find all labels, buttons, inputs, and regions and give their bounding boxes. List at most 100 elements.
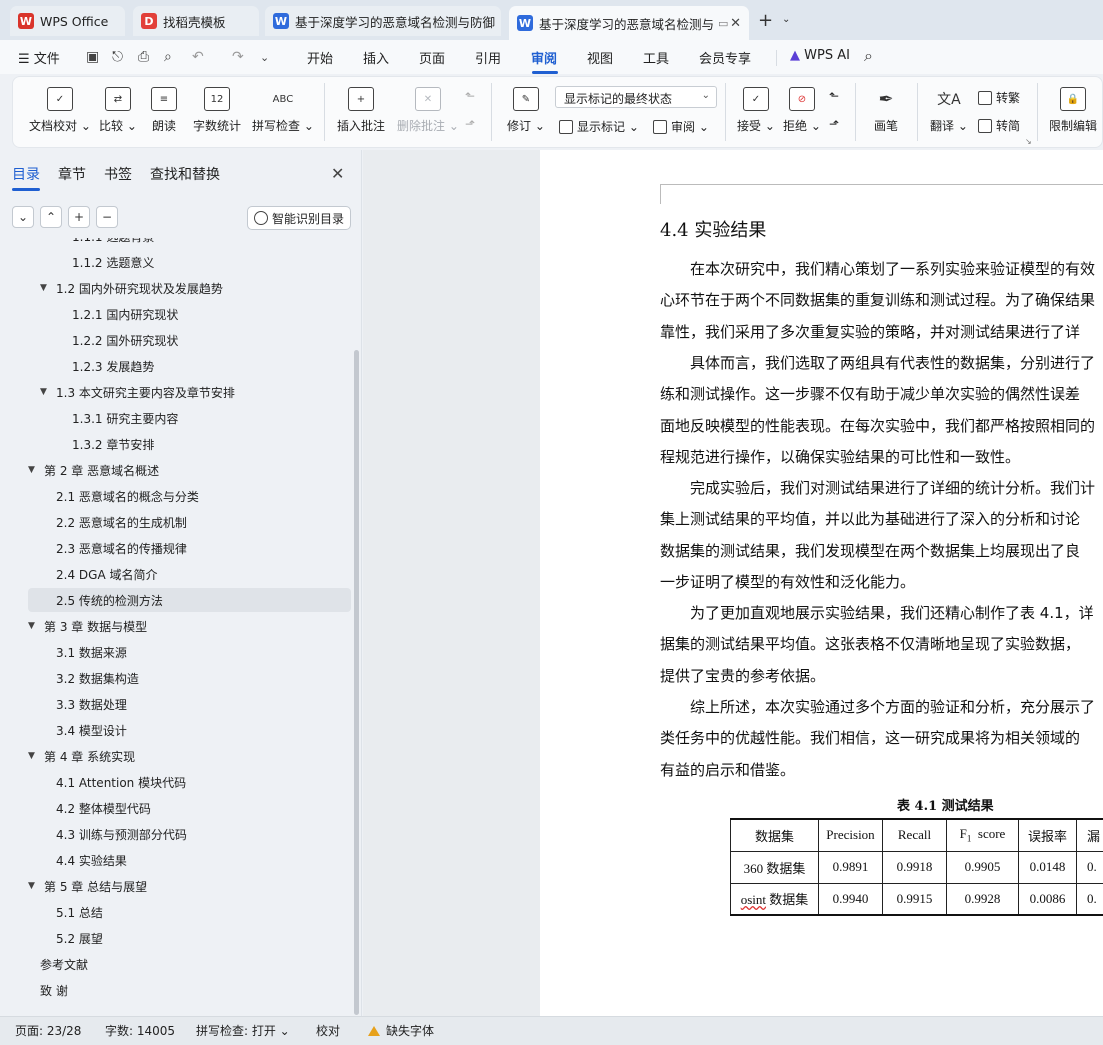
toc-item[interactable]: 3.4 模型设计 [28, 718, 351, 742]
markup-mode-select[interactable]: 显示标记的最终状态 ⌄ [555, 86, 717, 108]
print-icon[interactable]: ⎙ [138, 49, 149, 65]
toc-item[interactable]: 2.1 恶意域名的概念与分类 [28, 484, 351, 508]
toc-item[interactable]: 1.2.3 发展趋势 [28, 354, 351, 378]
page-indicator[interactable]: 页面: 23/28 [15, 1022, 81, 1039]
toc-item[interactable]: 3.2 数据集构造 [28, 666, 351, 690]
delete-comment-button[interactable]: ✕ 删除批注 ⌄ [397, 87, 459, 134]
nav-tab-toc[interactable]: 目录 [12, 164, 40, 184]
nav-scrollbar[interactable] [354, 350, 359, 1015]
review-pane-button[interactable]: 审阅 ⌄ [653, 118, 709, 135]
expand-triangle-icon[interactable]: ▼ [28, 751, 36, 761]
nav-tab-bookmarks[interactable]: 书签 [104, 164, 132, 184]
expand-triangle-icon[interactable]: ▼ [28, 621, 36, 631]
menu-start[interactable]: 开始 [307, 48, 333, 67]
toc-item[interactable]: ▼ 1.2 国内外研究现状及发展趋势 [28, 276, 351, 300]
toc-item[interactable]: 2.3 恶意域名的传播规律 [28, 536, 351, 560]
toc-item[interactable]: 1.3.1 研究主要内容 [28, 406, 351, 430]
toc-item[interactable]: 3.3 数据处理 [28, 692, 351, 716]
menu-page[interactable]: 页面 [419, 48, 445, 67]
toc-item[interactable]: 5.2 展望 [28, 926, 351, 950]
expand-triangle-icon[interactable]: ▼ [28, 465, 36, 475]
track-changes-button[interactable]: ✎ 修订 ⌄ [507, 87, 545, 134]
spell-check-status[interactable]: 拼写检查: 打开 ⌄ [196, 1022, 290, 1039]
prev-comment-icon[interactable]: ⬑ [465, 89, 475, 103]
toc-item[interactable]: 1.1.1 选题背景 [28, 238, 351, 248]
toc-item[interactable]: 2.2 恶意域名的生成机制 [28, 510, 351, 534]
quick-access-dropdown-icon[interactable]: ⌄ [260, 51, 269, 64]
menu-view[interactable]: 视图 [587, 48, 613, 67]
print-preview-icon[interactable]: ⌕ [164, 49, 172, 65]
spell-check-button[interactable]: ABC 拼写检查 ⌄ [252, 87, 314, 134]
remove-heading-icon[interactable]: − [96, 206, 118, 228]
toc-item[interactable]: ▼ 1.3 本文研究主要内容及章节安排 [28, 380, 351, 404]
add-heading-icon[interactable]: + [68, 206, 90, 228]
restrict-edit-button[interactable]: 🔒 限制编辑 [1049, 87, 1097, 134]
insert-comment-button[interactable]: + 插入批注 [337, 87, 385, 134]
proofread-status[interactable]: 校对 [316, 1022, 340, 1039]
chevron-down-icon[interactable]: ⌄ [782, 14, 790, 25]
missing-font-status[interactable]: 缺失字体 [368, 1022, 434, 1039]
nav-tab-chapters[interactable]: 章节 [58, 164, 86, 184]
nav-tab-find-replace[interactable]: 查找和替换 [150, 164, 220, 184]
menu-member[interactable]: 会员专享 [699, 48, 751, 67]
show-markup-button[interactable]: 显示标记 ⌄ [559, 118, 639, 135]
compare-button[interactable]: ⇄ 比较 ⌄ [99, 87, 137, 134]
close-icon[interactable]: ✕ [331, 164, 344, 183]
toc-item[interactable]: 1.3.2 章节安排 [28, 432, 351, 456]
close-tab-icon[interactable]: ✕ [730, 16, 741, 31]
word-count-indicator[interactable]: 字数: 14005 [105, 1022, 175, 1039]
new-tab-button[interactable]: + [758, 10, 773, 31]
toc-item[interactable]: 3.1 数据来源 [28, 640, 351, 664]
menu-reference[interactable]: 引用 [475, 48, 501, 67]
tab-wps-office[interactable]: W WPS Office [10, 6, 125, 36]
toc-item[interactable]: 1.1.2 选题意义 [28, 250, 351, 274]
file-menu[interactable]: ☰ 文件 [18, 48, 60, 67]
toc-item[interactable]: 2.4 DGA 域名简介 [28, 562, 351, 586]
toc-item[interactable]: ▼ 第 4 章 系统实现 [28, 744, 351, 768]
document-page[interactable]: 4.4 实验结果 在本次研究中，我们精心策划了一系列实验来验证模型的有效 心环节在… [540, 150, 1103, 1016]
translate-button[interactable]: 文A 翻译 ⌄ [930, 87, 968, 134]
toc-item[interactable]: ▼ 第 2 章 恶意域名概述 [28, 458, 351, 482]
smart-toc-button[interactable]: 智能识别目录 [247, 206, 351, 230]
undo-icon[interactable]: ↶ [192, 49, 204, 65]
toc-item[interactable]: 参考文献 [28, 952, 351, 976]
to-simplified-button[interactable]: 转简 [978, 117, 1020, 134]
toc-item[interactable]: 2.5 传统的检测方法 [28, 588, 351, 612]
next-comment-icon[interactable]: ⬏ [465, 117, 475, 131]
tab-docer[interactable]: D 找稻壳模板 [133, 6, 259, 36]
search-icon[interactable]: ⌕ [864, 46, 873, 66]
read-aloud-button[interactable]: ≡ 朗读 [151, 87, 177, 134]
wps-ai-button[interactable]: ▲ WPS AI [790, 48, 850, 63]
toc-item[interactable]: 4.1 Attention 模块代码 [28, 770, 351, 794]
accept-button[interactable]: ✓ 接受 ⌄ [737, 87, 775, 134]
word-count-button[interactable]: 12 字数统计 [193, 87, 241, 134]
expand-triangle-icon[interactable]: ▼ [40, 387, 48, 397]
toc-item[interactable]: 1.2.1 国内研究现状 [28, 302, 351, 326]
menu-insert[interactable]: 插入 [363, 48, 389, 67]
expand-triangle-icon[interactable]: ▼ [28, 881, 36, 891]
toc-item[interactable]: 4.3 训练与预测部分代码 [28, 822, 351, 846]
toc-item[interactable]: 1.2.2 国外研究现状 [28, 328, 351, 352]
next-change-icon[interactable]: ⬏ [829, 117, 839, 131]
toc-item[interactable]: ▼ 第 3 章 数据与模型 [28, 614, 351, 638]
reject-button[interactable]: ⊘ 拒绝 ⌄ [783, 87, 821, 134]
collapse-down-icon[interactable]: ⌄ [12, 206, 34, 228]
tab-document-1[interactable]: W 基于深度学习的恶意域名检测与防御 [265, 6, 501, 36]
pen-button[interactable]: ✒ 画笔 [873, 87, 899, 134]
save-icon[interactable]: ▣ [86, 49, 99, 65]
toc-item[interactable]: 5.1 总结 [28, 900, 351, 924]
toc-item[interactable]: 致 谢 [28, 978, 351, 1002]
to-traditional-button[interactable]: 转繁 [978, 89, 1020, 106]
toc-item[interactable]: 4.2 整体模型代码 [28, 796, 351, 820]
collapse-up-icon[interactable]: ⌃ [40, 206, 62, 228]
toc-item[interactable]: ▼ 第 5 章 总结与展望 [28, 874, 351, 898]
prev-change-icon[interactable]: ⬑ [829, 89, 839, 103]
doc-check-button[interactable]: ✓ 文档校对 ⌄ [29, 87, 91, 134]
expand-triangle-icon[interactable]: ▼ [40, 283, 48, 293]
toc-item[interactable]: 4.4 实验结果 [28, 848, 351, 872]
menu-review[interactable]: 审阅 [531, 48, 557, 67]
tab-document-active[interactable]: W 基于深度学习的恶意域名检测与 ▭ ✕ [509, 6, 749, 40]
redo-icon[interactable]: ↷ [232, 49, 244, 65]
output-icon[interactable]: ⎋ [112, 49, 123, 65]
menu-tools[interactable]: 工具 [643, 48, 669, 67]
